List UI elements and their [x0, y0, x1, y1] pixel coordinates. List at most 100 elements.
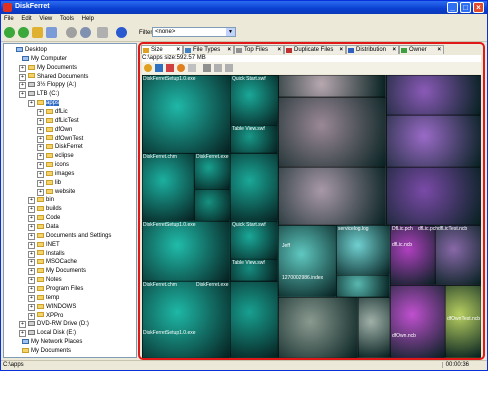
expand-toggle-icon[interactable]: +: [28, 312, 35, 320]
treemap-cell[interactable]: [336, 225, 390, 275]
tree-item[interactable]: + eclipse: [37, 152, 74, 161]
tree-item[interactable]: My Documents: [22, 347, 71, 355]
tree-item[interactable]: Desktop: [16, 46, 47, 54]
expand-toggle-icon[interactable]: +: [37, 162, 44, 170]
close-tab-icon[interactable]: ×: [227, 46, 231, 55]
tab-file-types[interactable]: File Types ×: [183, 45, 234, 54]
back-icon[interactable]: [4, 27, 15, 38]
tree-item[interactable]: + website: [37, 188, 75, 196]
menu-help[interactable]: Help: [79, 14, 97, 22]
treemap-cell[interactable]: [278, 75, 386, 97]
treemap-cell[interactable]: [194, 189, 230, 221]
treemap-cell[interactable]: [336, 275, 390, 297]
home-icon[interactable]: [46, 27, 57, 38]
expand-toggle-icon[interactable]: +: [28, 197, 35, 205]
zoom-in-icon[interactable]: [214, 64, 222, 72]
treemap-cell[interactable]: [142, 153, 194, 221]
close-tab-icon[interactable]: ×: [339, 46, 343, 55]
treemap-cell[interactable]: [386, 115, 481, 167]
tree-item[interactable]: +3½ Floppy (A:): [19, 81, 76, 90]
treemap-cell[interactable]: [386, 167, 481, 225]
close-button[interactable]: ×: [473, 2, 484, 13]
pie-view-icon[interactable]: [177, 64, 185, 72]
treemap-cell[interactable]: [386, 75, 481, 115]
treemap[interactable]: DiskFerretSetup1.0.exe Quick Start.swf Tab…: [142, 75, 481, 358]
tab-owner[interactable]: Owner ×: [399, 45, 444, 54]
forward-icon[interactable]: [18, 27, 29, 38]
expand-toggle-icon[interactable]: +: [28, 224, 35, 231]
chevron-down-icon[interactable]: ▼: [226, 28, 235, 36]
minimize-button[interactable]: _: [447, 2, 458, 13]
tab-duplicate-files[interactable]: Duplicate Files ×: [284, 45, 346, 54]
color-scheme-icon[interactable]: [166, 64, 174, 72]
close-tab-icon[interactable]: ×: [392, 46, 396, 55]
expand-toggle-icon[interactable]: +: [37, 108, 44, 116]
expand-toggle-icon[interactable]: +: [28, 206, 35, 214]
expand-toggle-icon[interactable]: +: [37, 135, 44, 143]
menu-tools[interactable]: Tools: [57, 14, 77, 22]
tree-item[interactable]: + My Documents: [19, 64, 77, 72]
expand-toggle-icon[interactable]: +: [28, 215, 35, 223]
print-icon[interactable]: [97, 27, 108, 38]
expand-toggle-icon[interactable]: +: [28, 277, 35, 285]
zoom-out-icon[interactable]: [225, 64, 233, 72]
tree-item[interactable]: + My Documents: [28, 267, 86, 276]
expand-toggle-icon[interactable]: +: [37, 117, 44, 125]
treemap-cell[interactable]: [358, 297, 390, 358]
help-icon[interactable]: [116, 27, 127, 38]
expand-toggle-icon[interactable]: +: [28, 285, 35, 293]
expand-toggle-icon[interactable]: +: [37, 126, 44, 134]
menu-view[interactable]: View: [36, 14, 55, 22]
treemap-cell[interactable]: [230, 281, 278, 358]
tree-item[interactable]: + Notes: [28, 276, 62, 285]
tree-item[interactable]: + WINDOWS: [28, 303, 76, 311]
expand-toggle-icon[interactable]: +: [19, 91, 26, 99]
tree-item[interactable]: My Computer: [22, 55, 67, 63]
expand-toggle-icon[interactable]: +: [37, 179, 44, 187]
tree-item[interactable]: + Code: [28, 214, 60, 223]
treemap-cell[interactable]: [390, 225, 435, 285]
tree-item[interactable]: + lib: [37, 179, 61, 187]
expand-toggle-icon[interactable]: +: [28, 303, 35, 311]
treemap-cell[interactable]: [142, 75, 230, 153]
close-tab-icon[interactable]: ×: [176, 46, 180, 55]
treemap-cell[interactable]: [278, 167, 386, 225]
up-folder-icon[interactable]: [32, 27, 43, 38]
delete-icon[interactable]: [203, 64, 211, 72]
bar-view-icon[interactable]: [155, 64, 163, 72]
treemap-cell[interactable]: [278, 97, 386, 167]
tab-distribution[interactable]: Distribution ×: [346, 45, 399, 54]
tree-item[interactable]: + images: [37, 170, 74, 178]
menu-edit[interactable]: Edit: [18, 14, 34, 22]
tab-top-files[interactable]: Top Files ×: [234, 45, 284, 54]
expand-toggle-icon[interactable]: +: [28, 232, 35, 240]
folder-view-icon[interactable]: [144, 64, 152, 72]
tree-item[interactable]: + MSOCache: [28, 258, 77, 267]
tree-item[interactable]: + Local Disk (E:): [19, 329, 76, 338]
expand-toggle-icon[interactable]: +: [19, 330, 26, 338]
tree-item[interactable]: + bin: [28, 196, 54, 205]
tree-item[interactable]: + icons: [37, 161, 69, 170]
tree-item[interactable]: + Installs: [28, 250, 65, 258]
tree-item[interactable]: + Documents and Settings: [28, 232, 111, 240]
tree-item[interactable]: + XPPro: [28, 312, 63, 320]
tree-item[interactable]: + builds: [28, 205, 62, 214]
tab-size[interactable]: Size ×: [141, 45, 183, 54]
expand-toggle-icon[interactable]: +: [37, 188, 44, 196]
expand-toggle-icon[interactable]: +: [19, 73, 26, 81]
treemap-cell[interactable]: [278, 297, 358, 358]
expand-toggle-icon[interactable]: +: [19, 64, 26, 72]
tree-item[interactable]: + Shared Documents: [19, 73, 88, 81]
treemap-cell[interactable]: [230, 153, 278, 221]
tree-item[interactable]: + dfLicTest: [37, 117, 79, 125]
tree-item[interactable]: + dfOwnTest: [37, 135, 83, 143]
close-tab-icon[interactable]: ×: [277, 46, 281, 55]
expand-toggle-icon[interactable]: +: [19, 82, 26, 90]
expand-toggle-icon[interactable]: +: [37, 144, 44, 152]
tree-item[interactable]: + Data: [28, 223, 59, 231]
treemap-cell[interactable]: [390, 285, 445, 358]
tree-item[interactable]: + Program Files: [28, 285, 83, 293]
treemap-cell[interactable]: [230, 75, 278, 125]
folder-tree[interactable]: Desktop My Computer + My Documents + Shared D…: [3, 43, 137, 358]
treemap-cell[interactable]: [435, 225, 481, 285]
